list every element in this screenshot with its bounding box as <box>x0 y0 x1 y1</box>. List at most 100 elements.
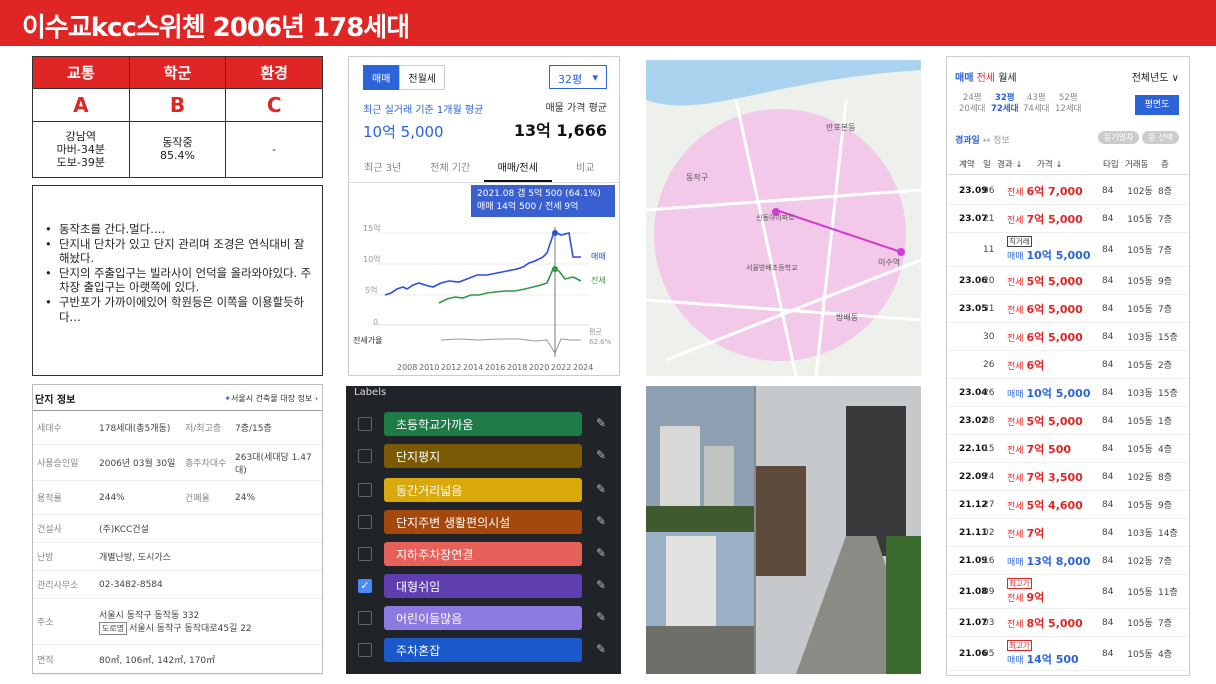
size-option[interactable]: 24평 20세대 <box>959 93 985 115</box>
info-label: 난방 <box>37 553 54 563</box>
tx-price: 7억 3,500 <box>1026 470 1083 484</box>
tx-type: 84 <box>1102 471 1114 482</box>
station-marker[interactable] <box>897 248 905 256</box>
tx-price-cell: 전세 7억 500 <box>1007 441 1102 457</box>
tx-row[interactable]: 22.10 15 전세 7억 500 84 105동 4층 <box>947 435 1189 463</box>
y-tick: 10억 <box>363 254 381 264</box>
tx-price-cell: 최고가 매매 14억 500 <box>1007 640 1102 667</box>
tx-kind: 전세 <box>1007 619 1024 630</box>
label-row[interactable]: 초등학교가까움 ✎ <box>346 412 621 436</box>
tx-ym: 21.08 <box>959 586 988 597</box>
pencil-icon[interactable]: ✎ <box>596 610 606 624</box>
tx-row[interactable]: 21.07 03 전세 8억 5,000 84 105동 7층 <box>947 609 1189 637</box>
label-row[interactable]: 단지평지 ✎ <box>346 444 621 468</box>
label-row[interactable]: 주차혼잡 ✎ <box>346 638 621 662</box>
building-register-link[interactable]: ✦서울시 건축물 대장 정보 › <box>224 393 318 404</box>
label-checkbox[interactable] <box>358 417 372 431</box>
tx-row[interactable]: 23.06 20 전세 5억 5,000 84 105동 9층 <box>947 267 1189 295</box>
col-header: 계약 <box>959 159 975 170</box>
label-row[interactable]: 지하주차장연결 ✎ <box>346 542 621 566</box>
tx-ym: 22.10 <box>959 443 988 454</box>
comment-item: 동작초를 간다.멀다…. <box>41 222 314 237</box>
tx-row[interactable]: 23.09 06 전세 6억 7,000 84 102동 8층 <box>947 177 1189 205</box>
tab-tx-sale[interactable]: 매매 <box>955 73 973 84</box>
label-checkbox[interactable] <box>358 515 372 529</box>
labels-panel: Labels 초등학교가까움 ✎ 단지평지 ✎ 동간거리넓음 ✎ 단지주변 생활편의시… <box>346 386 621 674</box>
tx-price-cell: 매매 10억 5,000 <box>1007 385 1102 401</box>
tx-day: 26 <box>983 387 995 398</box>
price-chart: 15억 10억 5억 0 매매 전세 전세가율 평균 62.6% 2008 20… <box>353 223 612 372</box>
label-checkbox-checked[interactable]: ✓ <box>358 579 372 593</box>
label-checkbox[interactable] <box>358 449 372 463</box>
tx-row[interactable]: 23.04 26 매매 10억 5,000 84 103동 15층 <box>947 379 1189 407</box>
tx-price-cell: 전세 7억 5,000 <box>1007 211 1102 227</box>
tx-row[interactable]: 30 전세 6억 5,000 84 103동 15층 <box>947 323 1189 351</box>
tx-row[interactable]: 21.06 05 최고가 매매 14억 500 84 105동 4층 <box>947 637 1189 671</box>
tab-tx-lease[interactable]: 전세 <box>977 73 995 84</box>
pencil-icon[interactable]: ✎ <box>596 448 606 462</box>
tx-day: 08 <box>983 415 995 426</box>
label-checkbox[interactable] <box>358 643 372 657</box>
tx-row[interactable]: 21.09 16 매매 13억 8,000 84 102동 7층 <box>947 547 1189 575</box>
tx-ym: 23.04 <box>959 387 988 398</box>
tx-type: 84 <box>1102 648 1114 659</box>
size-option[interactable]: 52평 12세대 <box>1055 93 1081 115</box>
col-header[interactable]: 가격 ↓ <box>1037 158 1103 170</box>
tab-tx-monthly[interactable]: 월세 <box>998 73 1016 84</box>
label-checkbox[interactable] <box>358 611 372 625</box>
tx-price-cell: 전세 6억 5,000 <box>1007 301 1102 317</box>
pencil-icon[interactable]: ✎ <box>596 578 606 592</box>
tx-type: 84 <box>1102 213 1114 224</box>
tx-price: 7억 5,000 <box>1026 212 1083 226</box>
pencil-icon[interactable]: ✎ <box>596 514 606 528</box>
col-header: 층 <box>1161 159 1169 170</box>
ratio-legend-value: 62.6% <box>589 338 612 346</box>
tx-row[interactable]: 21.0127전세 5억 2,50084103동9층 <box>947 671 1189 675</box>
tx-floor: 9층 <box>1158 501 1173 511</box>
x-tick: 2008 <box>397 363 417 372</box>
tx-day: 20 <box>983 275 995 286</box>
pencil-icon[interactable]: ✎ <box>596 416 606 430</box>
tx-day: 03 <box>983 617 995 628</box>
chip-registration-date[interactable]: 등기일자 <box>1097 131 1140 144</box>
tx-row[interactable]: 23.05 31 전세 6억 5,000 84 105동 7층 <box>947 295 1189 323</box>
size-option-selected[interactable]: 32평 72세대 <box>991 93 1018 115</box>
tx-building: 103동 <box>1127 389 1153 399</box>
tx-sort-toggle[interactable]: ↔ 정보 <box>983 136 1010 146</box>
tx-row[interactable]: 23.02 08 전세 5억 5,000 84 105동 1층 <box>947 407 1189 435</box>
pencil-icon[interactable]: ✎ <box>596 642 606 656</box>
x-tick: 2018 <box>507 363 527 372</box>
chip-building-select[interactable]: 동 선택 <box>1142 131 1179 144</box>
tx-row[interactable]: 26 전세 6억 84 105동 2층 <box>947 351 1189 379</box>
tx-building: 105동 <box>1127 305 1153 315</box>
label-checkbox[interactable] <box>358 547 372 561</box>
label-row[interactable]: 동간거리넓음 ✎ <box>346 478 621 502</box>
x-tick: 2020 <box>529 363 549 372</box>
tx-price: 7억 500 <box>1026 442 1072 456</box>
x-tick: 2012 <box>441 363 461 372</box>
pencil-icon[interactable]: ✎ <box>596 546 606 560</box>
tx-row[interactable]: 11 직거래 매매 10억 5,000 84 105동 7층 <box>947 233 1189 267</box>
pencil-icon[interactable]: ✎ <box>596 482 606 496</box>
label-row[interactable]: 어린이들많음 ✎ <box>346 606 621 630</box>
year-select[interactable]: 전체년도 ∨ <box>1132 69 1179 84</box>
map-view[interactable]: 동작구 반포본동 방배동 이수역 서울방배초등학교 신동아아파트 <box>646 60 921 376</box>
tx-ym: 23.05 <box>959 303 988 314</box>
tx-ym: 23.09 <box>959 185 988 196</box>
label-row[interactable]: 단지주변 생활편의시설 ✎ <box>346 510 621 534</box>
label-row[interactable]: ✓ 대형쉬임 ✎ <box>346 574 621 598</box>
label-checkbox[interactable] <box>358 483 372 497</box>
tx-price-cell: 전세 7억 3,500 <box>1007 469 1102 485</box>
floor-plan-button[interactable]: 평면도 <box>1135 95 1179 115</box>
tx-row[interactable]: 21.08 09 최고가 전세 9억 84 105동 11층 <box>947 575 1189 609</box>
tx-floor: 4층 <box>1158 445 1173 455</box>
tx-row[interactable]: 21.12 27 전세 5억 4,600 84 105동 9층 <box>947 491 1189 519</box>
size-option[interactable]: 43평 74세대 <box>1023 93 1049 115</box>
tx-row[interactable]: 23.07 21 전세 7억 5,000 84 105동 7층 <box>947 205 1189 233</box>
tx-row[interactable]: 21.11 02 전세 7억 84 103동 14층 <box>947 519 1189 547</box>
col-header[interactable]: 경과 ↓ <box>997 158 1037 170</box>
tx-row[interactable]: 22.09 24 전세 7억 3,500 84 102동 8층 <box>947 463 1189 491</box>
info-value: 263대(세대당 1.47대) <box>235 452 312 476</box>
comment-box: 동작초를 간다.멀다…. 단지내 단차가 있고 단지 관리며 조경은 연식대비 … <box>32 185 323 376</box>
tx-price: 5억 5,000 <box>1026 274 1083 288</box>
